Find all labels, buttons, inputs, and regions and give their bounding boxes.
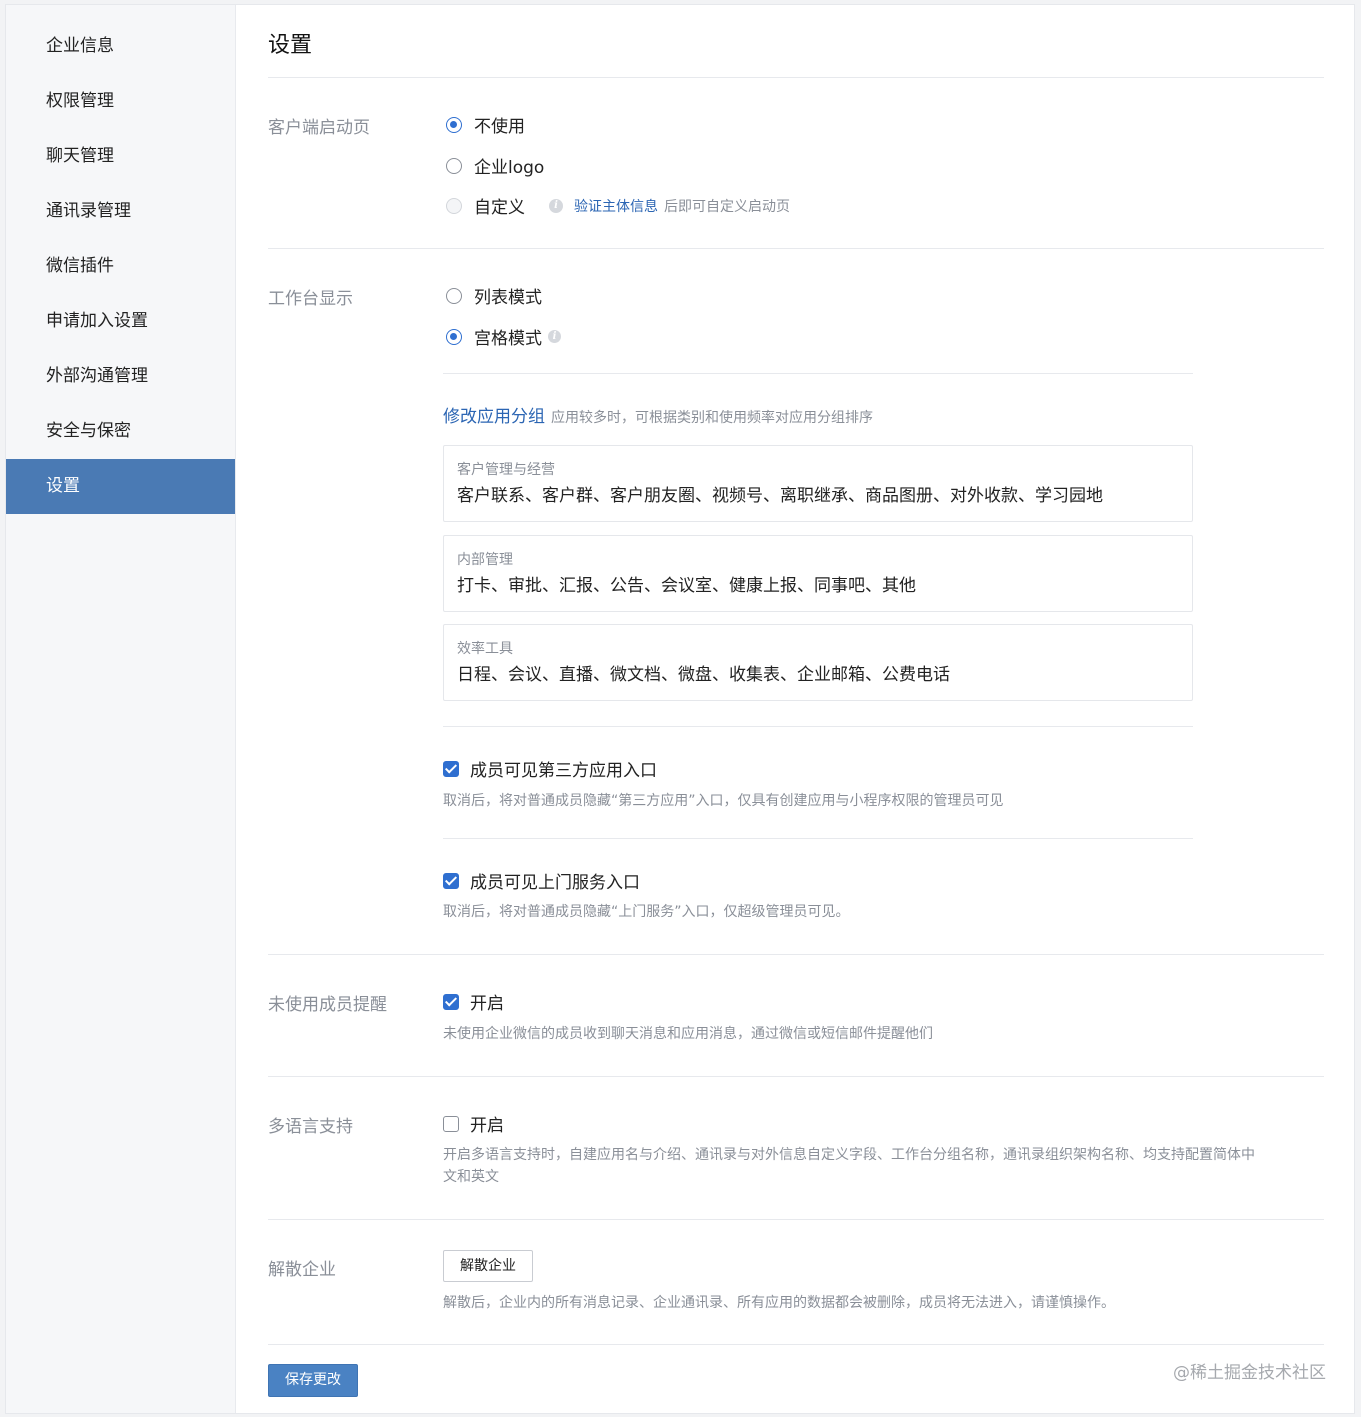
option-label: 成员可见第三方应用入口 (470, 761, 657, 781)
sidebar-item-wechat-plugin[interactable]: 微信插件 (6, 239, 235, 294)
option-label: 企业logo (474, 158, 545, 178)
group-title: 效率工具 (457, 641, 513, 657)
multilang-desc-line: 开启多语言支持时，自建应用名与介绍、通讯录与对外信息自定义字段、工作台分组名称，… (443, 1147, 1255, 1163)
checkbox[interactable] (443, 993, 459, 1010)
dissolve-company-button[interactable]: 解散企业 (443, 1250, 533, 1282)
divider (443, 726, 1193, 727)
group-title: 内部管理 (457, 552, 513, 568)
sidebar-item-contacts-management[interactable]: 通讯录管理 (6, 184, 235, 239)
unused-reminder-toggle[interactable]: 开启 (443, 989, 504, 1014)
option-label: 成员可见上门服务入口 (470, 873, 640, 893)
group-items: 打卡、审批、汇报、公告、会议室、健康上报、同事吧、其他 (457, 576, 916, 596)
watermark: @稀土掘金技术社区 (1173, 1363, 1326, 1383)
third-party-entry-toggle[interactable]: 成员可见第三方应用入口 (443, 756, 657, 781)
divider (268, 1076, 1324, 1077)
workbench-option-list[interactable]: 列表模式 (446, 283, 542, 308)
modify-group-hint: 应用较多时，可根据类别和使用频率对应用分组排序 (551, 410, 873, 426)
checkbox[interactable] (443, 1115, 459, 1132)
radio-button[interactable] (446, 287, 462, 304)
save-changes-button[interactable]: 保存更改 (268, 1364, 358, 1397)
option-label: 列表模式 (474, 288, 542, 308)
app-group-card: 内部管理 打卡、审批、汇报、公告、会议室、健康上报、同事吧、其他 (443, 535, 1193, 612)
dissolve-desc: 解散后，企业内的所有消息记录、企业通讯录、所有应用的数据都会被删除，成员将无法进… (443, 1295, 1115, 1311)
radio-button[interactable] (446, 116, 462, 133)
page-title: 设置 (268, 33, 313, 58)
checkbox[interactable] (443, 760, 459, 777)
sidebar-item-settings[interactable]: 设置 (6, 459, 235, 514)
option-label: 宫格模式 (474, 329, 542, 349)
multilang-desc-line: 文和英文 (443, 1169, 499, 1185)
launch-option-custom: 自定义 i 验证主体信息 后即可自定义启动页 (446, 193, 790, 218)
workbench-label: 工作台显示 (268, 289, 353, 309)
divider (443, 373, 1193, 374)
divider (268, 954, 1324, 955)
option-label: 开启 (470, 1116, 504, 1136)
group-items: 日程、会议、直播、微文档、微盘、收集表、企业邮箱、公费电话 (457, 665, 950, 685)
sidebar-item-chat-management[interactable]: 聊天管理 (6, 129, 235, 184)
info-icon[interactable]: i (548, 330, 561, 343)
launch-option-logo[interactable]: 企业logo (446, 153, 544, 178)
info-icon: i (549, 198, 563, 213)
sidebar-item-security[interactable]: 安全与保密 (6, 404, 235, 459)
sidebar-item-permissions[interactable]: 权限管理 (6, 74, 235, 129)
app-group-card: 效率工具 日程、会议、直播、微文档、微盘、收集表、企业邮箱、公费电话 (443, 624, 1193, 701)
custom-hint-text: 后即可自定义启动页 (664, 198, 790, 215)
unused-reminder-desc: 未使用企业微信的成员收到聊天消息和应用消息，通过微信或短信邮件提醒他们 (443, 1026, 933, 1042)
unused-reminder-label: 未使用成员提醒 (268, 995, 387, 1015)
launch-option-none[interactable]: 不使用 (446, 112, 525, 137)
dissolve-label: 解散企业 (268, 1260, 336, 1280)
app-group-card: 客户管理与经营 客户联系、客户群、客户朋友圈、视频号、离职继承、商品图册、对外收… (443, 445, 1193, 522)
multilang-label: 多语言支持 (268, 1117, 353, 1137)
checkbox[interactable] (443, 872, 459, 889)
launch-page-label: 客户端启动页 (268, 118, 370, 138)
group-title: 客户管理与经营 (457, 462, 555, 478)
third-party-desc: 取消后，将对普通成员隐藏“第三方应用”入口，仅具有创建应用与小程序权限的管理员可… (443, 793, 1004, 809)
multilang-desc: 开启多语言支持时，自建应用名与介绍、通讯录与对外信息自定义字段、工作台分组名称，… (443, 1144, 1323, 1188)
divider (443, 838, 1193, 839)
settings-main: 设置 客户端启动页 不使用 企业logo 自定义 i 验证主体信息 后即可自定义… (268, 5, 1324, 1413)
modify-group-row: 修改应用分组 应用较多时，可根据类别和使用频率对应用分组排序 (443, 402, 873, 427)
sidebar: 企业信息 权限管理 聊天管理 通讯录管理 微信插件 申请加入设置 外部沟通管理 … (6, 5, 236, 1413)
divider (268, 1344, 1324, 1345)
radio-button (446, 197, 462, 214)
divider (268, 77, 1324, 78)
radio-button[interactable] (446, 157, 462, 174)
option-label: 不使用 (474, 117, 525, 137)
sidebar-item-company-info[interactable]: 企业信息 (6, 19, 235, 74)
app-window: 企业信息 权限管理 聊天管理 通讯录管理 微信插件 申请加入设置 外部沟通管理 … (5, 4, 1355, 1414)
divider (268, 248, 1324, 249)
door-service-entry-toggle[interactable]: 成员可见上门服务入口 (443, 868, 640, 893)
multilang-toggle[interactable]: 开启 (443, 1111, 504, 1136)
group-items: 客户联系、客户群、客户朋友圈、视频号、离职继承、商品图册、对外收款、学习园地 (457, 486, 1103, 506)
divider (268, 1219, 1324, 1220)
workbench-option-grid[interactable]: 宫格模式 i (446, 324, 561, 349)
sidebar-item-join-settings[interactable]: 申请加入设置 (6, 294, 235, 349)
door-service-desc: 取消后，将对普通成员隐藏“上门服务”入口，仅超级管理员可见。 (443, 904, 850, 920)
option-label: 自定义 (474, 198, 525, 218)
verify-entity-link[interactable]: 验证主体信息 (574, 196, 658, 216)
sidebar-item-external-communication[interactable]: 外部沟通管理 (6, 349, 235, 404)
modify-group-link[interactable]: 修改应用分组 (443, 402, 545, 427)
option-label: 开启 (470, 994, 504, 1014)
radio-button[interactable] (446, 328, 462, 345)
